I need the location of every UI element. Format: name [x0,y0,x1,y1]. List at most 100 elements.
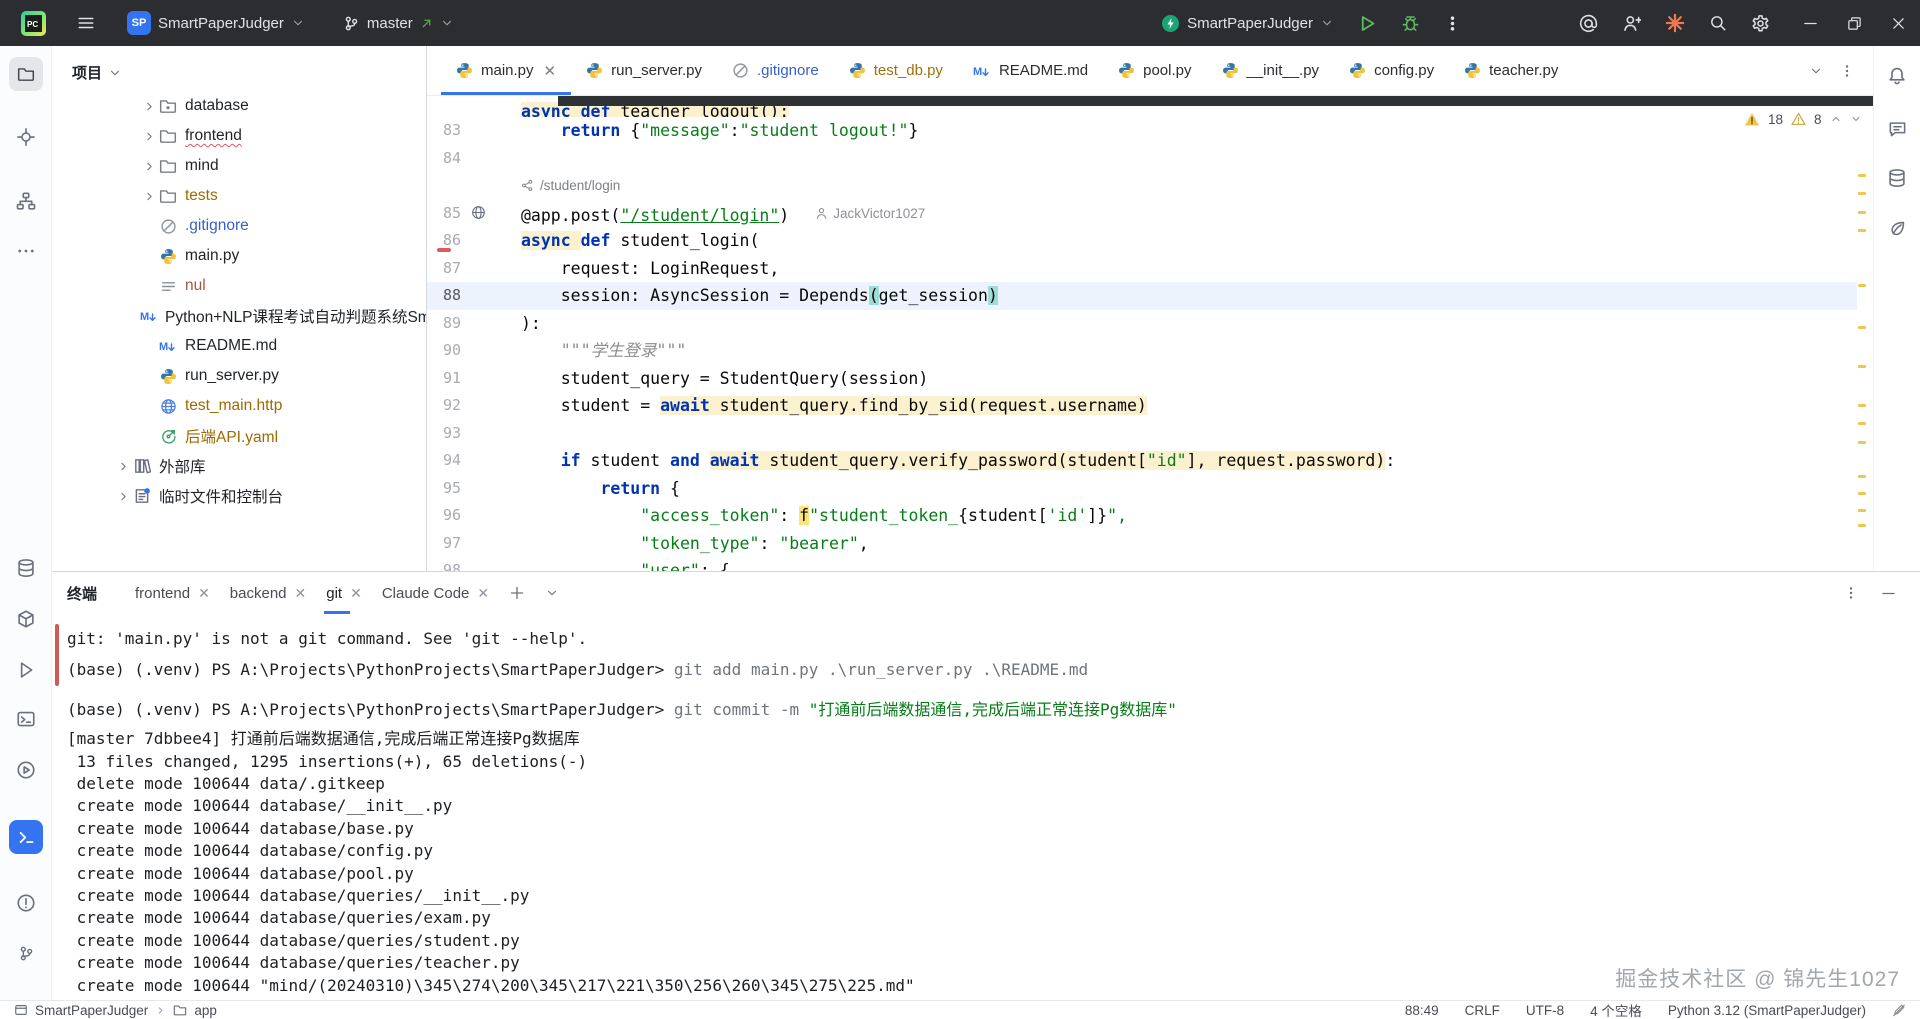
services-tool-button[interactable] [9,753,43,787]
editor-tab-readme.md[interactable]: MREADME.md [958,46,1103,95]
line-number: 87 [427,255,461,283]
editor-tab-teacher.py[interactable]: teacher.py [1449,46,1573,95]
code-with-me-button[interactable] [1614,9,1649,38]
status-project-crumb[interactable]: SmartPaperJudger [35,1003,148,1018]
sciview-tool-button[interactable] [1881,212,1913,244]
terminal-tab-frontend[interactable]: frontend✕ [125,572,220,614]
problems-tool-button[interactable] [9,886,43,920]
main-menu-button[interactable] [69,9,103,37]
terminal-tab-label: backend [230,585,287,602]
more-run-actions-button[interactable] [1436,10,1469,37]
run-button[interactable] [1350,9,1385,38]
ai-assistant-button[interactable] [1881,112,1913,144]
python-packages-tool-button[interactable] [9,602,43,636]
project-tool-button[interactable] [9,57,43,91]
settings-button[interactable] [1743,9,1778,38]
database-tool-right-button[interactable] [1881,162,1913,194]
code-editor[interactable]: async def teacher_logout():83 return {"m… [427,96,1857,571]
tree-item-.gitignore[interactable]: .gitignore [52,211,426,241]
editor-scrollbar[interactable] [1857,96,1867,571]
warning-stripe-mark [1858,192,1866,195]
tab-options-button[interactable] [1839,63,1855,79]
tree-item--[interactable]: 临时文件和控制台 [52,481,426,511]
chevron-right-icon[interactable] [114,460,132,473]
status-caret-position[interactable]: 88:49 [1405,1003,1439,1018]
tree-item-main.py[interactable]: main.py [52,241,426,271]
tree-item-nul[interactable]: nul [52,271,426,301]
tree-item--api.yaml[interactable]: 后端API.yaml [52,421,426,451]
close-tab-icon[interactable]: ✕ [350,585,362,602]
branch-selector[interactable]: master [335,10,462,37]
editor-tab-run_server.py[interactable]: run_server.py [571,46,717,95]
editor-tab-pool.py[interactable]: pool.py [1103,46,1206,95]
inspections-widget[interactable]: 18 8 [1736,106,1870,132]
editor-tab-main.py[interactable]: main.py✕ [441,46,571,95]
prev-problem-button[interactable] [1830,113,1842,125]
terminal-tab-dropdown[interactable] [535,572,569,614]
minimize-button[interactable] [1788,0,1832,46]
readonly-toggle-icon[interactable] [1892,1003,1906,1017]
run-tool-button[interactable] [9,653,43,687]
new-terminal-tab-button[interactable] [499,572,535,614]
tree-item-run_server.py[interactable]: run_server.py [52,361,426,391]
structure-tool-button[interactable] [9,184,43,218]
tree-item-test_main.http[interactable]: test_main.http [52,391,426,421]
terminal-output[interactable]: git: 'main.py' is not a git command. See… [52,614,1920,997]
editor-tab-__init__.py[interactable]: __init__.py [1207,46,1335,95]
notifications-button[interactable] [1881,60,1913,92]
more-tool-windows-button[interactable] [9,234,43,268]
restore-button[interactable] [1832,0,1876,46]
vcs-deleted-marker [437,248,451,252]
close-button[interactable] [1876,0,1920,46]
chevron-right-icon[interactable] [140,130,158,143]
code-line-92: 92 student = await student_query.find_by… [427,392,1857,420]
chevron-right-icon[interactable] [140,190,158,203]
tree-item-python-nlp-smart[interactable]: MPython+NLP课程考试自动判题系统Smart [52,301,426,331]
endpoint-inlay[interactable]: /student/login [521,172,1857,200]
terminal-tab-git[interactable]: git✕ [316,572,372,614]
terminal-options-button[interactable] [1843,585,1859,601]
chevron-right-icon[interactable] [114,490,132,503]
python-console-tool-button[interactable] [9,702,43,736]
terminal-tool-button[interactable] [9,820,43,854]
tree-item-frontend[interactable]: frontend [52,121,426,151]
hidden-tabs-button[interactable] [1809,64,1823,78]
status-encoding[interactable]: UTF-8 [1526,1003,1564,1018]
editor-tab-test_db.py[interactable]: test_db.py [834,46,958,95]
plugin-starburst-button[interactable] [1657,8,1693,38]
database-tool-button[interactable] [9,551,43,585]
status-indent[interactable]: 4 个空格 [1590,1000,1642,1019]
tree-item--[interactable]: 外部库 [52,451,426,481]
terminal-tab-claude-code[interactable]: Claude Code✕ [372,572,499,614]
status-interpreter[interactable]: Python 3.12 (SmartPaperJudger) [1668,1003,1866,1018]
ai-mentions-button[interactable] [1571,9,1606,38]
close-tab-icon[interactable]: ✕ [477,585,489,602]
tree-item-tests[interactable]: tests [52,181,426,211]
chevron-right-icon[interactable] [140,160,158,173]
author-annotation[interactable]: JackVictor1027 [815,200,925,228]
project-selector[interactable]: SP SmartPaperJudger [119,6,313,40]
editor-tab-.gitignore[interactable]: .gitignore [717,46,834,95]
python-icon [158,368,178,385]
run-config-selector[interactable]: SmartPaperJudger [1153,9,1342,38]
tree-item-database[interactable]: database [52,91,426,121]
status-line-ending[interactable]: CRLF [1465,1003,1500,1018]
close-tab-icon[interactable]: ✕ [544,62,557,80]
version-control-tool-button[interactable] [9,936,43,970]
chevron-right-icon[interactable] [140,100,158,113]
debug-button[interactable] [1393,9,1428,38]
commit-tool-button[interactable] [9,120,43,154]
editor-tab-config.py[interactable]: config.py [1334,46,1449,95]
close-tab-icon[interactable]: ✕ [295,585,307,602]
project-panel-header[interactable]: 项目 [52,46,426,91]
tree-item-readme.md[interactable]: MREADME.md [52,331,426,361]
terminal-tab-backend[interactable]: backend ✕ [220,572,316,614]
terminal-panel-title[interactable]: 终端 [67,583,97,604]
tree-item-mind[interactable]: mind [52,151,426,181]
search-everywhere-button[interactable] [1701,9,1735,37]
terminal-line: create mode 100644 database/config.py [67,840,1920,862]
endpoint-gutter-icon[interactable] [471,205,486,220]
close-tab-icon[interactable]: ✕ [198,585,210,602]
status-folder-crumb[interactable]: app [194,1003,217,1018]
hide-terminal-button[interactable] [1881,586,1896,601]
